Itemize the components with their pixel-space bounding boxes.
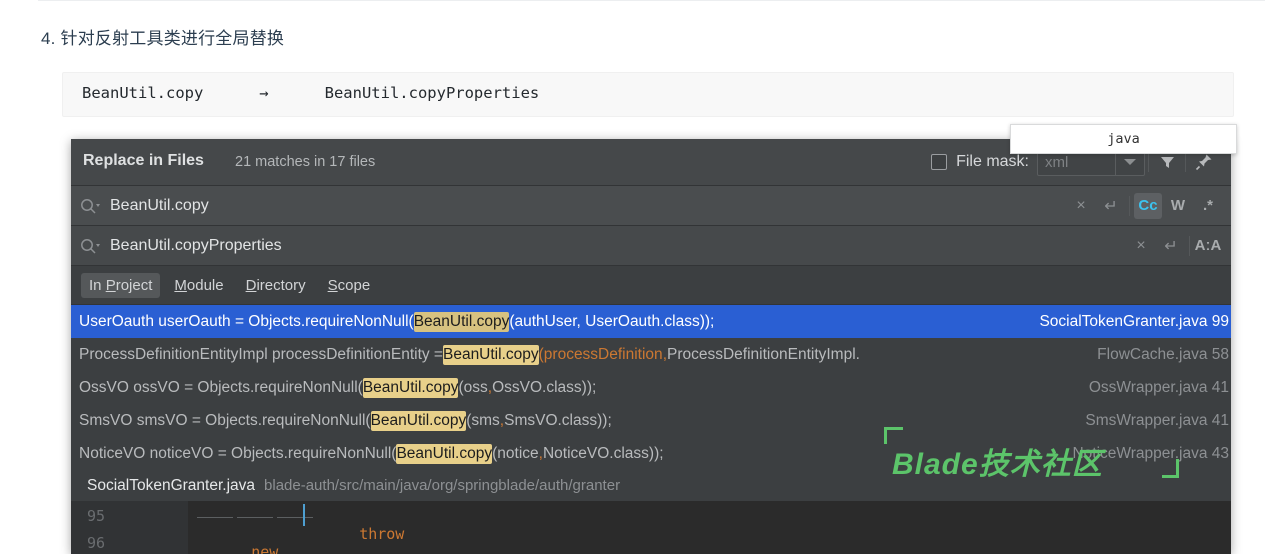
- result-text-after: (oss: [458, 378, 488, 396]
- clear-search-icon[interactable]: ×: [1066, 193, 1096, 219]
- result-match-highlight: BeanUtil.copy: [370, 410, 467, 431]
- scope-tab-module-mnemonic: M: [174, 276, 187, 294]
- result-text-after: (sms: [466, 411, 500, 429]
- scope-tab-in-project-pre: In: [89, 276, 106, 294]
- chevron-down-icon: [1124, 159, 1136, 165]
- result-text-tail: SmsVO.class));: [504, 411, 612, 429]
- result-text-before: NoticeVO noticeVO = Objects.requireNonNu…: [79, 444, 397, 462]
- scope-tab-in-project[interactable]: In Project: [81, 272, 161, 298]
- replace-in-files-dialog: Replace in Files 21 matches in 17 files …: [71, 139, 1231, 554]
- result-text-after: (processDefinition: [538, 345, 663, 363]
- toolbar-divider: [1148, 152, 1149, 172]
- match-summary: 21 matches in 17 files: [235, 154, 376, 170]
- scope-tab-directory-post: irectory: [256, 276, 306, 294]
- code-snippet-text: BeanUtil.copy → BeanUtil.copyProperties: [82, 84, 540, 102]
- search-input[interactable]: BeanUtil.copy: [110, 197, 209, 215]
- result-text-tail: NoticeVO.class));: [542, 444, 664, 462]
- file-mask-checkbox[interactable]: [931, 154, 948, 170]
- result-location: OssWrapper.java 41: [1088, 378, 1229, 396]
- result-text-after: (notice: [492, 444, 539, 462]
- dialog-title: Replace in Files: [83, 152, 204, 169]
- preview-editor[interactable]: 95 96 throw new InvalidGrantException("s…: [71, 501, 1231, 554]
- replace-history-icon[interactable]: ↵: [1156, 233, 1186, 259]
- page-heading: 4. 针对反射工具类进行全局替换: [41, 29, 285, 48]
- table-row[interactable]: UserOauth userOauth = Objects.requireNon…: [71, 305, 1231, 338]
- result-match-highlight: BeanUtil.copy: [442, 344, 539, 365]
- preview-file-name: SocialTokenGranter.java: [87, 476, 256, 494]
- preview-file-path: blade-auth/src/main/java/org/springblade…: [264, 477, 621, 494]
- preview-code-line-2: }: [197, 534, 342, 554]
- result-match-highlight: BeanUtil.copy: [396, 443, 493, 464]
- code-snippet-box: BeanUtil.copy → BeanUtil.copyProperties: [62, 72, 1234, 117]
- result-text-before: ProcessDefinitionEntityImpl processDefin…: [79, 345, 443, 363]
- result-text-tail: ProcessDefinitionEntityImpl.: [667, 345, 860, 363]
- result-location: SmsWrapper.java 41: [1085, 411, 1229, 429]
- clear-replace-icon[interactable]: ×: [1126, 233, 1156, 259]
- scope-tab-in-project-post: roject: [115, 276, 153, 294]
- replace-row-actions: × ↵ AːA: [1126, 226, 1223, 265]
- file-mask-suggestion-text: java: [1107, 131, 1140, 147]
- preview-file-header[interactable]: SocialTokenGranter.java blade-auth/src/m…: [71, 470, 1231, 501]
- scope-tab-bar: In Project Module Directory Scope: [71, 266, 1231, 305]
- search-results-list: UserOauth userOauth = Objects.requireNon…: [71, 305, 1231, 470]
- search-field-row[interactable]: BeanUtil.copy × ↵ Cc W .*: [71, 186, 1231, 226]
- scope-tab-scope-post: cope: [337, 276, 371, 294]
- preserve-case-toggle[interactable]: AːA: [1194, 233, 1222, 259]
- result-text-before: OssVO ossVO = Objects.requireNonNull(: [79, 378, 363, 396]
- toolbar-divider-2: [1185, 152, 1186, 172]
- words-toggle[interactable]: W: [1164, 193, 1192, 219]
- scope-tab-in-project-mnemonic: P: [105, 276, 116, 294]
- line-number: 95: [87, 507, 106, 525]
- scope-tab-scope-mnemonic: S: [327, 276, 338, 294]
- article-area: 4. 针对反射工具类进行全局替换 BeanUtil.copy → BeanUti…: [0, 0, 1265, 130]
- replace-actions-divider: [1189, 235, 1190, 256]
- table-row[interactable]: OssVO ossVO = Objects.requireNonNull(Bea…: [71, 371, 1231, 404]
- result-text-after: (authUser, UserOauth.class));: [509, 312, 715, 330]
- search-history-icon[interactable]: ↵: [1096, 193, 1126, 219]
- replace-input[interactable]: BeanUtil.copyProperties: [110, 237, 282, 255]
- table-row[interactable]: ProcessDefinitionEntityImpl processDefin…: [71, 338, 1231, 371]
- result-match-highlight: BeanUtil.copy: [413, 311, 510, 332]
- scope-tab-module-post: odule: [186, 276, 224, 294]
- search-row-actions: × ↵ Cc W .*: [1066, 186, 1223, 225]
- result-text-before: UserOauth userOauth = Objects.requireNon…: [79, 312, 414, 330]
- replace-field-row[interactable]: BeanUtil.copyProperties × ↵ AːA: [71, 226, 1231, 266]
- file-mask-suggestion-popup[interactable]: java: [1010, 124, 1237, 154]
- result-location: SocialTokenGranter.java 99: [1039, 312, 1229, 330]
- code-token-throw: throw: [359, 525, 405, 543]
- scope-tab-directory-mnemonic: D: [245, 276, 257, 294]
- scope-tab-directory[interactable]: Directory: [238, 273, 314, 298]
- table-row[interactable]: NoticeVO noticeVO = Objects.requireNonNu…: [71, 437, 1231, 470]
- result-text-tail: OssVO.class));: [492, 378, 597, 396]
- table-row[interactable]: SmsVO smsVO = Objects.requireNonNull(Bea…: [71, 404, 1231, 437]
- result-text-before: SmsVO smsVO = Objects.requireNonNull(: [79, 411, 371, 429]
- line-number: 96: [87, 534, 106, 552]
- search-actions-divider: [1129, 195, 1130, 216]
- result-location: NoticeWrapper.java 43: [1072, 444, 1229, 462]
- match-case-toggle[interactable]: Cc: [1134, 192, 1162, 219]
- top-divider: [38, 0, 1265, 1]
- result-location: FlowCache.java 58: [1097, 345, 1229, 363]
- file-mask-label: File mask:: [956, 153, 1029, 170]
- regex-toggle[interactable]: .*: [1194, 193, 1222, 219]
- scope-tab-module[interactable]: Module: [166, 273, 231, 298]
- replace-search-icon[interactable]: [80, 238, 106, 254]
- scope-tab-scope[interactable]: Scope: [320, 273, 379, 298]
- search-icon[interactable]: [80, 198, 106, 214]
- result-match-highlight: BeanUtil.copy: [362, 377, 459, 398]
